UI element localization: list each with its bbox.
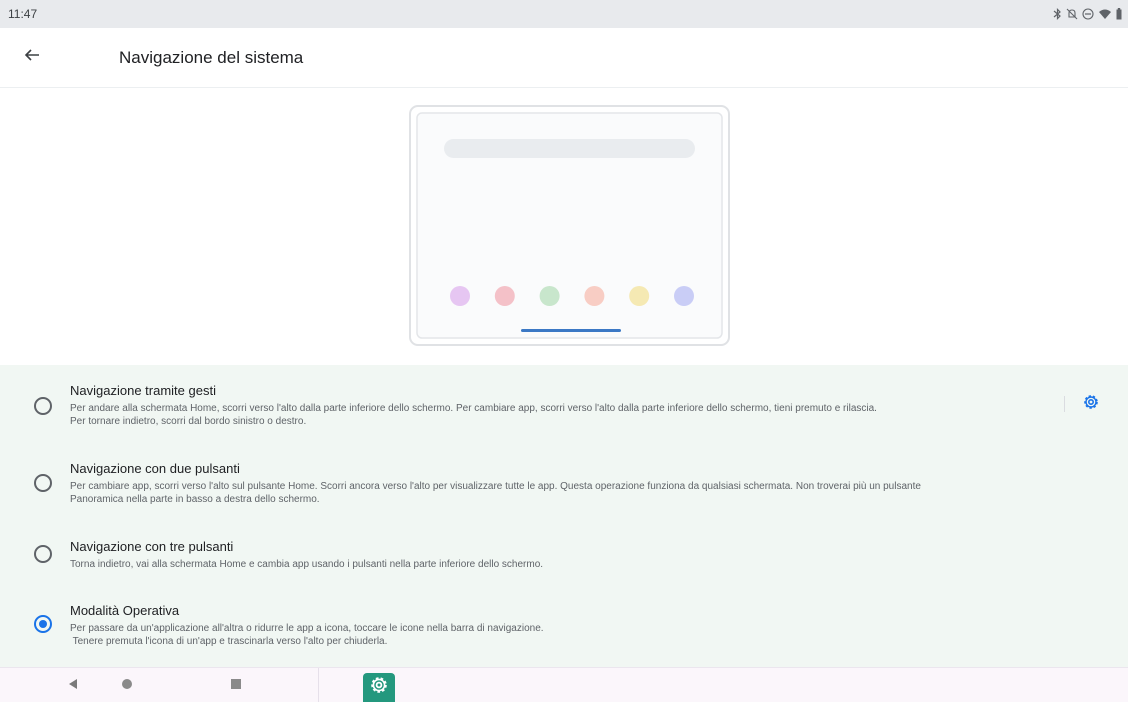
option-title: Navigazione con due pulsanti: [70, 461, 240, 476]
app-dot: [539, 286, 560, 306]
option-description: Torna indietro, vai alla schermata Home …: [70, 559, 544, 570]
option-gesture-navigation[interactable]: Navigazione tramite gesti Per andare all…: [0, 365, 1128, 443]
back-triangle-icon: [67, 677, 79, 695]
radio-two-button-navigation[interactable]: [34, 474, 52, 492]
app-dot: [450, 286, 470, 306]
nav-divider: [318, 668, 319, 702]
radio-three-button-navigation[interactable]: [34, 545, 52, 563]
option-three-button-navigation[interactable]: Navigazione con tre pulsanti Torna indie…: [0, 523, 1128, 593]
settings-gear-icon: [369, 675, 389, 700]
recents-square-icon: [230, 677, 242, 695]
radio-gesture-navigation[interactable]: [34, 397, 52, 415]
bluetooth-icon: [1053, 8, 1062, 20]
app-dot: [629, 286, 650, 306]
settings-app-button[interactable]: [363, 673, 395, 702]
search-bar-placeholder: [444, 139, 695, 158]
battery-icon: [1116, 8, 1122, 20]
do-not-disturb-icon: [1082, 8, 1094, 20]
status-time: 11:47: [8, 7, 38, 21]
nav-home-button[interactable]: [112, 668, 142, 702]
option-title: Navigazione tramite gesti: [70, 383, 216, 398]
wifi-icon: [1098, 8, 1112, 20]
app-dot: [494, 286, 515, 306]
status-bar: 11:47: [0, 0, 1128, 28]
page-title: Navigazione del sistema: [119, 47, 304, 67]
radio-operative-mode[interactable]: [34, 615, 52, 633]
option-description: Per passare da un'applicazione all'altra…: [70, 623, 544, 647]
mute-icon: [1066, 8, 1078, 20]
home-circle-icon: [121, 677, 133, 695]
app-dot: [674, 286, 694, 306]
nav-recents-button[interactable]: [221, 668, 251, 702]
gesture-settings-button[interactable]: [1080, 393, 1102, 415]
navigation-options: Navigazione tramite gesti Per andare all…: [0, 365, 1128, 667]
back-button[interactable]: [8, 34, 56, 82]
app-bar: Navigazione del sistema: [0, 28, 1128, 88]
option-description: Per cambiare app, scorri verso l'alto su…: [70, 481, 921, 505]
gesture-handle: [521, 329, 621, 332]
option-title: Modalità Operativa: [70, 603, 180, 618]
navigation-bar: [0, 667, 1128, 702]
nav-back-button[interactable]: [58, 668, 88, 702]
option-two-button-navigation[interactable]: Navigazione con due pulsanti Per cambiar…: [0, 443, 1128, 523]
status-icons: [1053, 8, 1122, 20]
option-description: Per andare alla schermata Home, scorri v…: [70, 403, 877, 427]
option-title: Navigazione con tre pulsanti: [70, 539, 234, 554]
arrow-back-icon: [24, 47, 40, 68]
gear-icon: [1082, 393, 1100, 416]
navigation-illustration: [409, 105, 730, 346]
option-operative-mode[interactable]: Modalità Operativa Per passare da un'app…: [0, 593, 1128, 667]
app-dot: [584, 286, 605, 306]
divider: [1064, 396, 1065, 412]
